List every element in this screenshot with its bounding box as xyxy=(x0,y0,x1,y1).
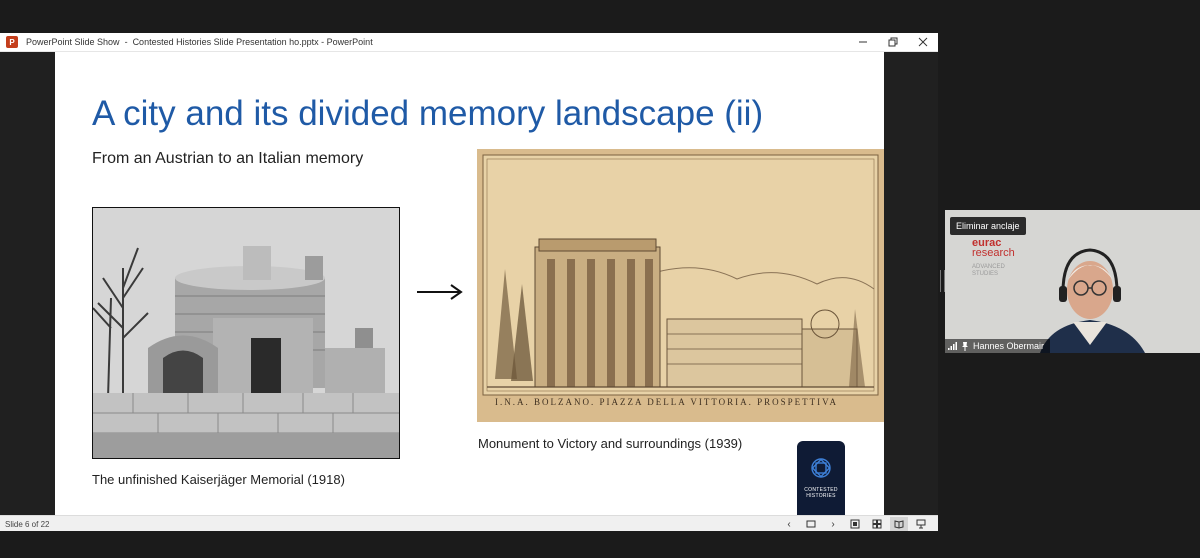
signal-strength-icon xyxy=(948,342,957,350)
participant-name: Hannes Obermair xyxy=(973,341,1045,351)
kaiserjaeger-memorial-photo xyxy=(92,207,400,459)
previous-slide-button[interactable]: ‹ xyxy=(780,517,798,531)
title-bar: P PowerPoint Slide Show - Contested Hist… xyxy=(0,33,938,52)
slide-area: A city and its divided memory landscape … xyxy=(0,52,938,515)
slide[interactable]: A city and its divided memory landscape … xyxy=(55,52,884,515)
participant-video-tile[interactable]: Eliminar anclaje eurac research ADVANCED… xyxy=(945,210,1200,353)
next-slide-button[interactable]: › xyxy=(824,517,842,531)
slide-sorter-button[interactable] xyxy=(868,517,886,531)
minimize-icon xyxy=(859,41,867,43)
chevron-left-icon: ‹ xyxy=(787,518,791,530)
slide-title: A city and its divided memory landscape … xyxy=(92,94,764,133)
eurac-research-logo: eurac research ADVANCED STUDIES xyxy=(972,238,1015,278)
app-label: PowerPoint Slide Show xyxy=(26,37,120,47)
status-bar: Slide 6 of 22 ‹ › xyxy=(0,515,938,531)
window-controls xyxy=(848,33,938,51)
powerpoint-window: P PowerPoint Slide Show - Contested Hist… xyxy=(0,33,938,531)
caption-right: Monument to Victory and surroundings (19… xyxy=(478,436,743,451)
logo-research: research xyxy=(972,247,1015,259)
reading-view-button[interactable] xyxy=(890,517,908,531)
presenter-icon xyxy=(916,519,926,529)
knot-logo-icon xyxy=(811,458,831,478)
powerpoint-icon: P xyxy=(6,36,18,48)
victory-monument-drawing: I.N.A. BOLZANO. PIAZZA DELLA VITTORIA. P… xyxy=(477,149,884,422)
slide-menu-icon xyxy=(806,520,816,528)
slide-menu-button[interactable] xyxy=(802,517,820,531)
normal-view-button[interactable] xyxy=(846,517,864,531)
normal-view-icon xyxy=(850,519,860,529)
caption-left: The unfinished Kaiserjäger Memorial (191… xyxy=(92,472,345,487)
slide-counter: Slide 6 of 22 xyxy=(5,519,50,529)
unpin-button[interactable]: Eliminar anclaje xyxy=(950,217,1026,235)
drawing-inscription: I.N.A. BOLZANO. PIAZZA DELLA VITTORIA. P… xyxy=(495,397,838,407)
restore-button[interactable] xyxy=(878,33,908,51)
close-icon xyxy=(918,37,928,47)
chevron-right-icon: › xyxy=(831,518,835,530)
document-title: Contested Histories Slide Presentation h… xyxy=(132,37,373,47)
logo-advanced: ADVANCED xyxy=(972,264,1005,270)
pin-icon xyxy=(962,341,968,351)
close-button[interactable] xyxy=(908,33,938,51)
restore-icon xyxy=(888,37,898,47)
reading-view-icon xyxy=(894,520,904,529)
slideshow-controls: ‹ › xyxy=(780,516,930,531)
slide-subtitle: From an Austrian to an Italian memory xyxy=(92,150,364,167)
arrow-right-icon xyxy=(417,284,463,300)
contested-histories-logo: CONTESTED HISTORIES xyxy=(797,441,845,515)
logo-studies: STUDIES xyxy=(972,271,999,277)
badge-line-2: HISTORIES xyxy=(806,493,836,499)
minimize-button[interactable] xyxy=(848,33,878,51)
slide-sorter-icon xyxy=(872,519,882,529)
title-separator: - xyxy=(124,37,128,47)
slideshow-view-button[interactable] xyxy=(912,517,930,531)
participant-name-bar: Hannes Obermair xyxy=(945,339,1051,353)
